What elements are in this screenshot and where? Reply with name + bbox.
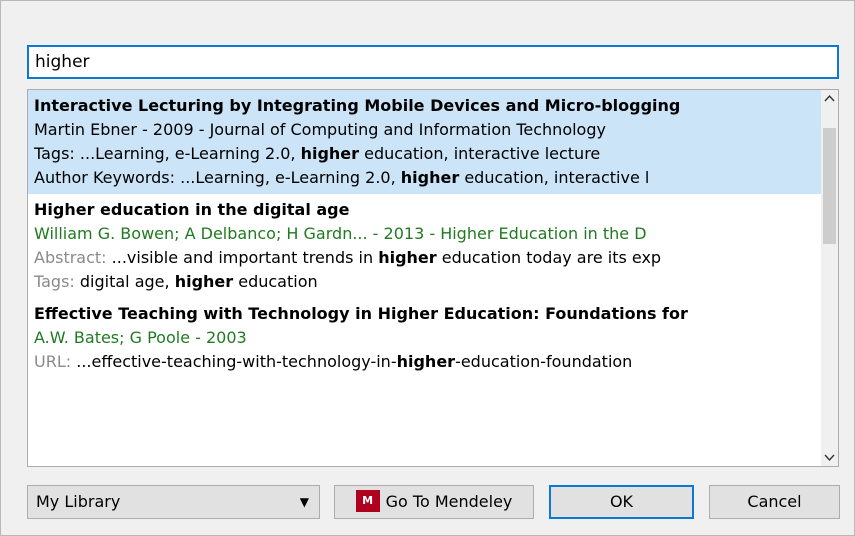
- ok-label: OK: [609, 492, 634, 511]
- highlight: higher: [396, 352, 456, 371]
- result-meta: William G. Bowen; A Delbanco; H Gardn...…: [34, 224, 647, 243]
- result-title: Interactive Lecturing by Integrating Mob…: [34, 96, 681, 115]
- highlight: higher: [400, 168, 460, 187]
- abstract-suffix: education today are its exp: [436, 248, 662, 267]
- result-tags: Tags: ...Learning, e-Learning 2.0, highe…: [34, 142, 822, 166]
- highlight: higher: [378, 248, 437, 267]
- mendeley-logo-icon: M: [355, 489, 380, 512]
- result-title: Effective Teaching with Technology in Hi…: [34, 304, 688, 323]
- search-input[interactable]: [27, 45, 839, 79]
- url-text: ...effective-teaching-with-technology-in…: [71, 352, 397, 371]
- tags-label: Tags:: [34, 272, 75, 291]
- abstract-label: Abstract:: [34, 248, 107, 267]
- caret-down-icon: ▼: [299, 495, 309, 509]
- result-meta: A.W. Bates; G Poole - 2003: [34, 328, 247, 347]
- chevron-up-icon[interactable]: [821, 90, 838, 107]
- url-suffix: -education-foundation: [455, 352, 633, 371]
- result-keywords: Author Keywords: ...Learning, e-Learning…: [34, 166, 822, 190]
- cancel-button[interactable]: Cancel: [709, 485, 840, 519]
- list-item[interactable]: Effective Teaching with Technology in Hi…: [28, 298, 822, 378]
- vertical-scrollbar[interactable]: [821, 90, 838, 466]
- result-meta: Martin Ebner - 2009 - Journal of Computi…: [34, 120, 606, 139]
- results-viewport: Interactive Lecturing by Integrating Mob…: [28, 90, 822, 466]
- url-label: URL:: [34, 352, 72, 371]
- go-to-mendeley-button[interactable]: M Go To Mendeley: [334, 485, 534, 519]
- tags-suffix: education, interactive lecture: [359, 144, 601, 163]
- citation-search-dialog: Interactive Lecturing by Integrating Mob…: [0, 0, 855, 536]
- result-tags: Tags: digital age, higher education: [34, 270, 822, 294]
- highlight: higher: [300, 144, 360, 163]
- library-select[interactable]: My Library ▼: [27, 485, 320, 519]
- dialog-footer: My Library ▼ M Go To Mendeley OK Cancel: [1, 485, 855, 525]
- tags-suffix: education: [233, 272, 318, 291]
- library-select-value: My Library: [36, 492, 121, 511]
- keywords-suffix: education, interactive l: [459, 168, 650, 187]
- list-item[interactable]: Interactive Lecturing by Integrating Mob…: [28, 90, 822, 194]
- go-to-mendeley-label: Go To Mendeley: [385, 492, 513, 511]
- scrollbar-thumb[interactable]: [823, 128, 836, 244]
- keywords-text: Author Keywords: ...Learning, e-Learning…: [34, 168, 401, 187]
- ok-button[interactable]: OK: [549, 485, 694, 519]
- result-url: URL: ...effective-teaching-with-technolo…: [34, 350, 822, 374]
- tags-text: Tags: ...Learning, e-Learning 2.0,: [34, 144, 301, 163]
- result-abstract: Abstract: ...visible and important trend…: [34, 246, 822, 270]
- chevron-down-icon[interactable]: [821, 449, 838, 466]
- result-title: Higher education in the digital age: [34, 200, 350, 219]
- results-list[interactable]: Interactive Lecturing by Integrating Mob…: [27, 89, 839, 467]
- highlight: higher: [174, 272, 234, 291]
- abstract-text: ...visible and important trends in: [106, 248, 379, 267]
- list-item[interactable]: Higher education in the digital age Will…: [28, 194, 822, 298]
- cancel-label: Cancel: [747, 492, 802, 511]
- tags-text: digital age,: [74, 272, 175, 291]
